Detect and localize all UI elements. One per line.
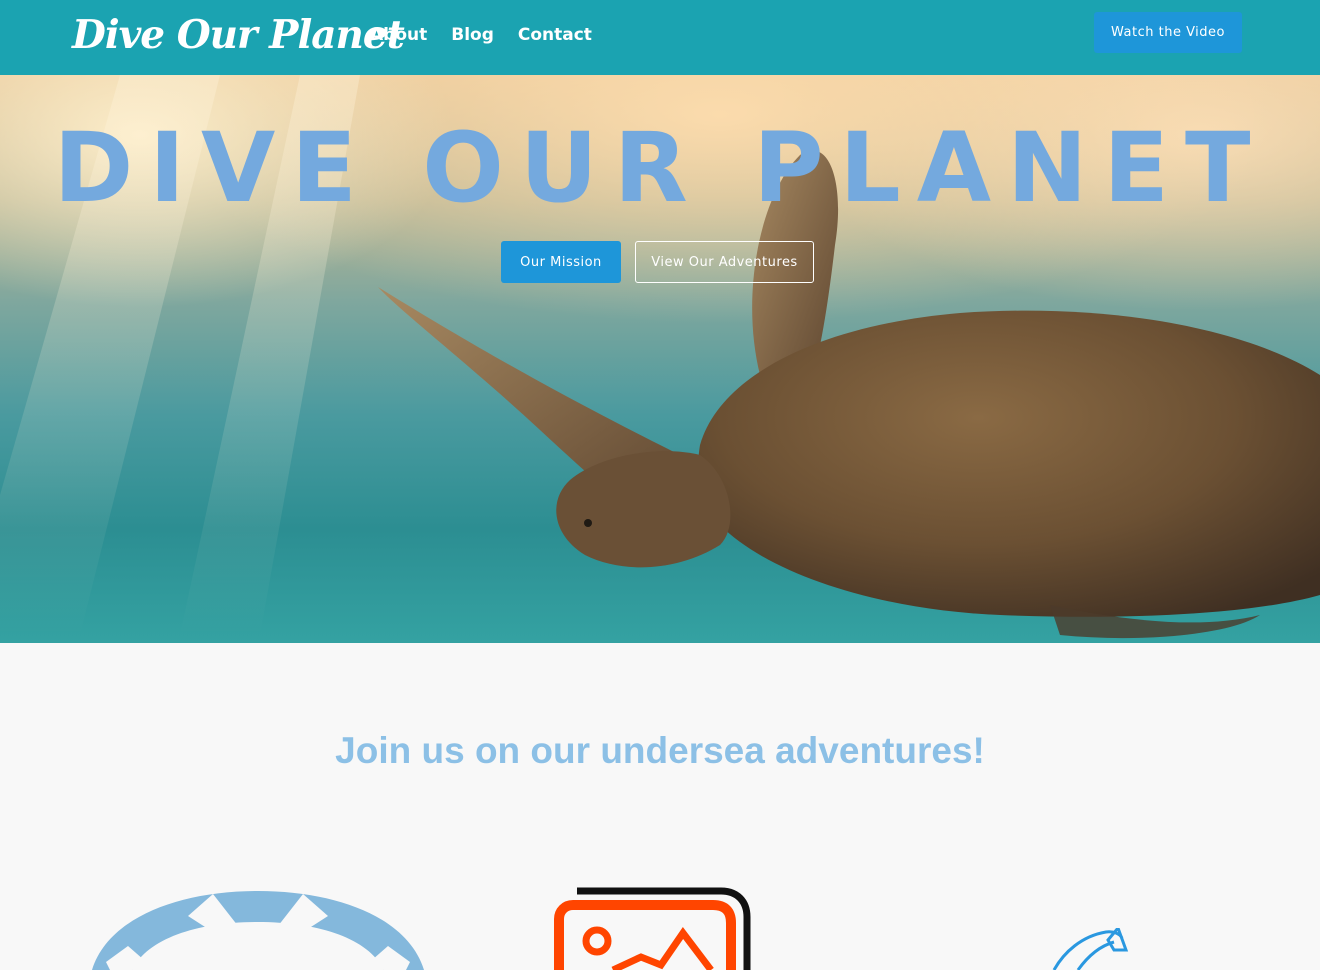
hero-title: DIVE OUR PLANET [53,112,1267,224]
navbar: Dive Our Planet About Blog Contact Watch… [0,0,1320,75]
main-nav: About Blog Contact [370,22,592,48]
hero-buttons: Our Mission View Our Adventures [501,241,814,283]
fish-icon [1052,928,1129,970]
brand-logo[interactable]: Dive Our Planet [72,10,405,60]
view-adventures-button[interactable]: View Our Adventures [635,241,814,283]
hero-banner: DIVE OUR PLANET Our Mission View Our Adv… [0,75,1320,643]
watch-video-button[interactable]: Watch the Video [1094,12,1242,53]
image-icon [554,887,751,970]
nav-link-contact[interactable]: Contact [518,22,592,48]
section-heading: Join us on our undersea adventures! [335,730,985,771]
nav-link-blog[interactable]: Blog [451,22,494,48]
our-mission-button[interactable]: Our Mission [501,241,621,283]
life-ring-icon [92,891,424,970]
nav-link-about[interactable]: About [370,22,427,48]
